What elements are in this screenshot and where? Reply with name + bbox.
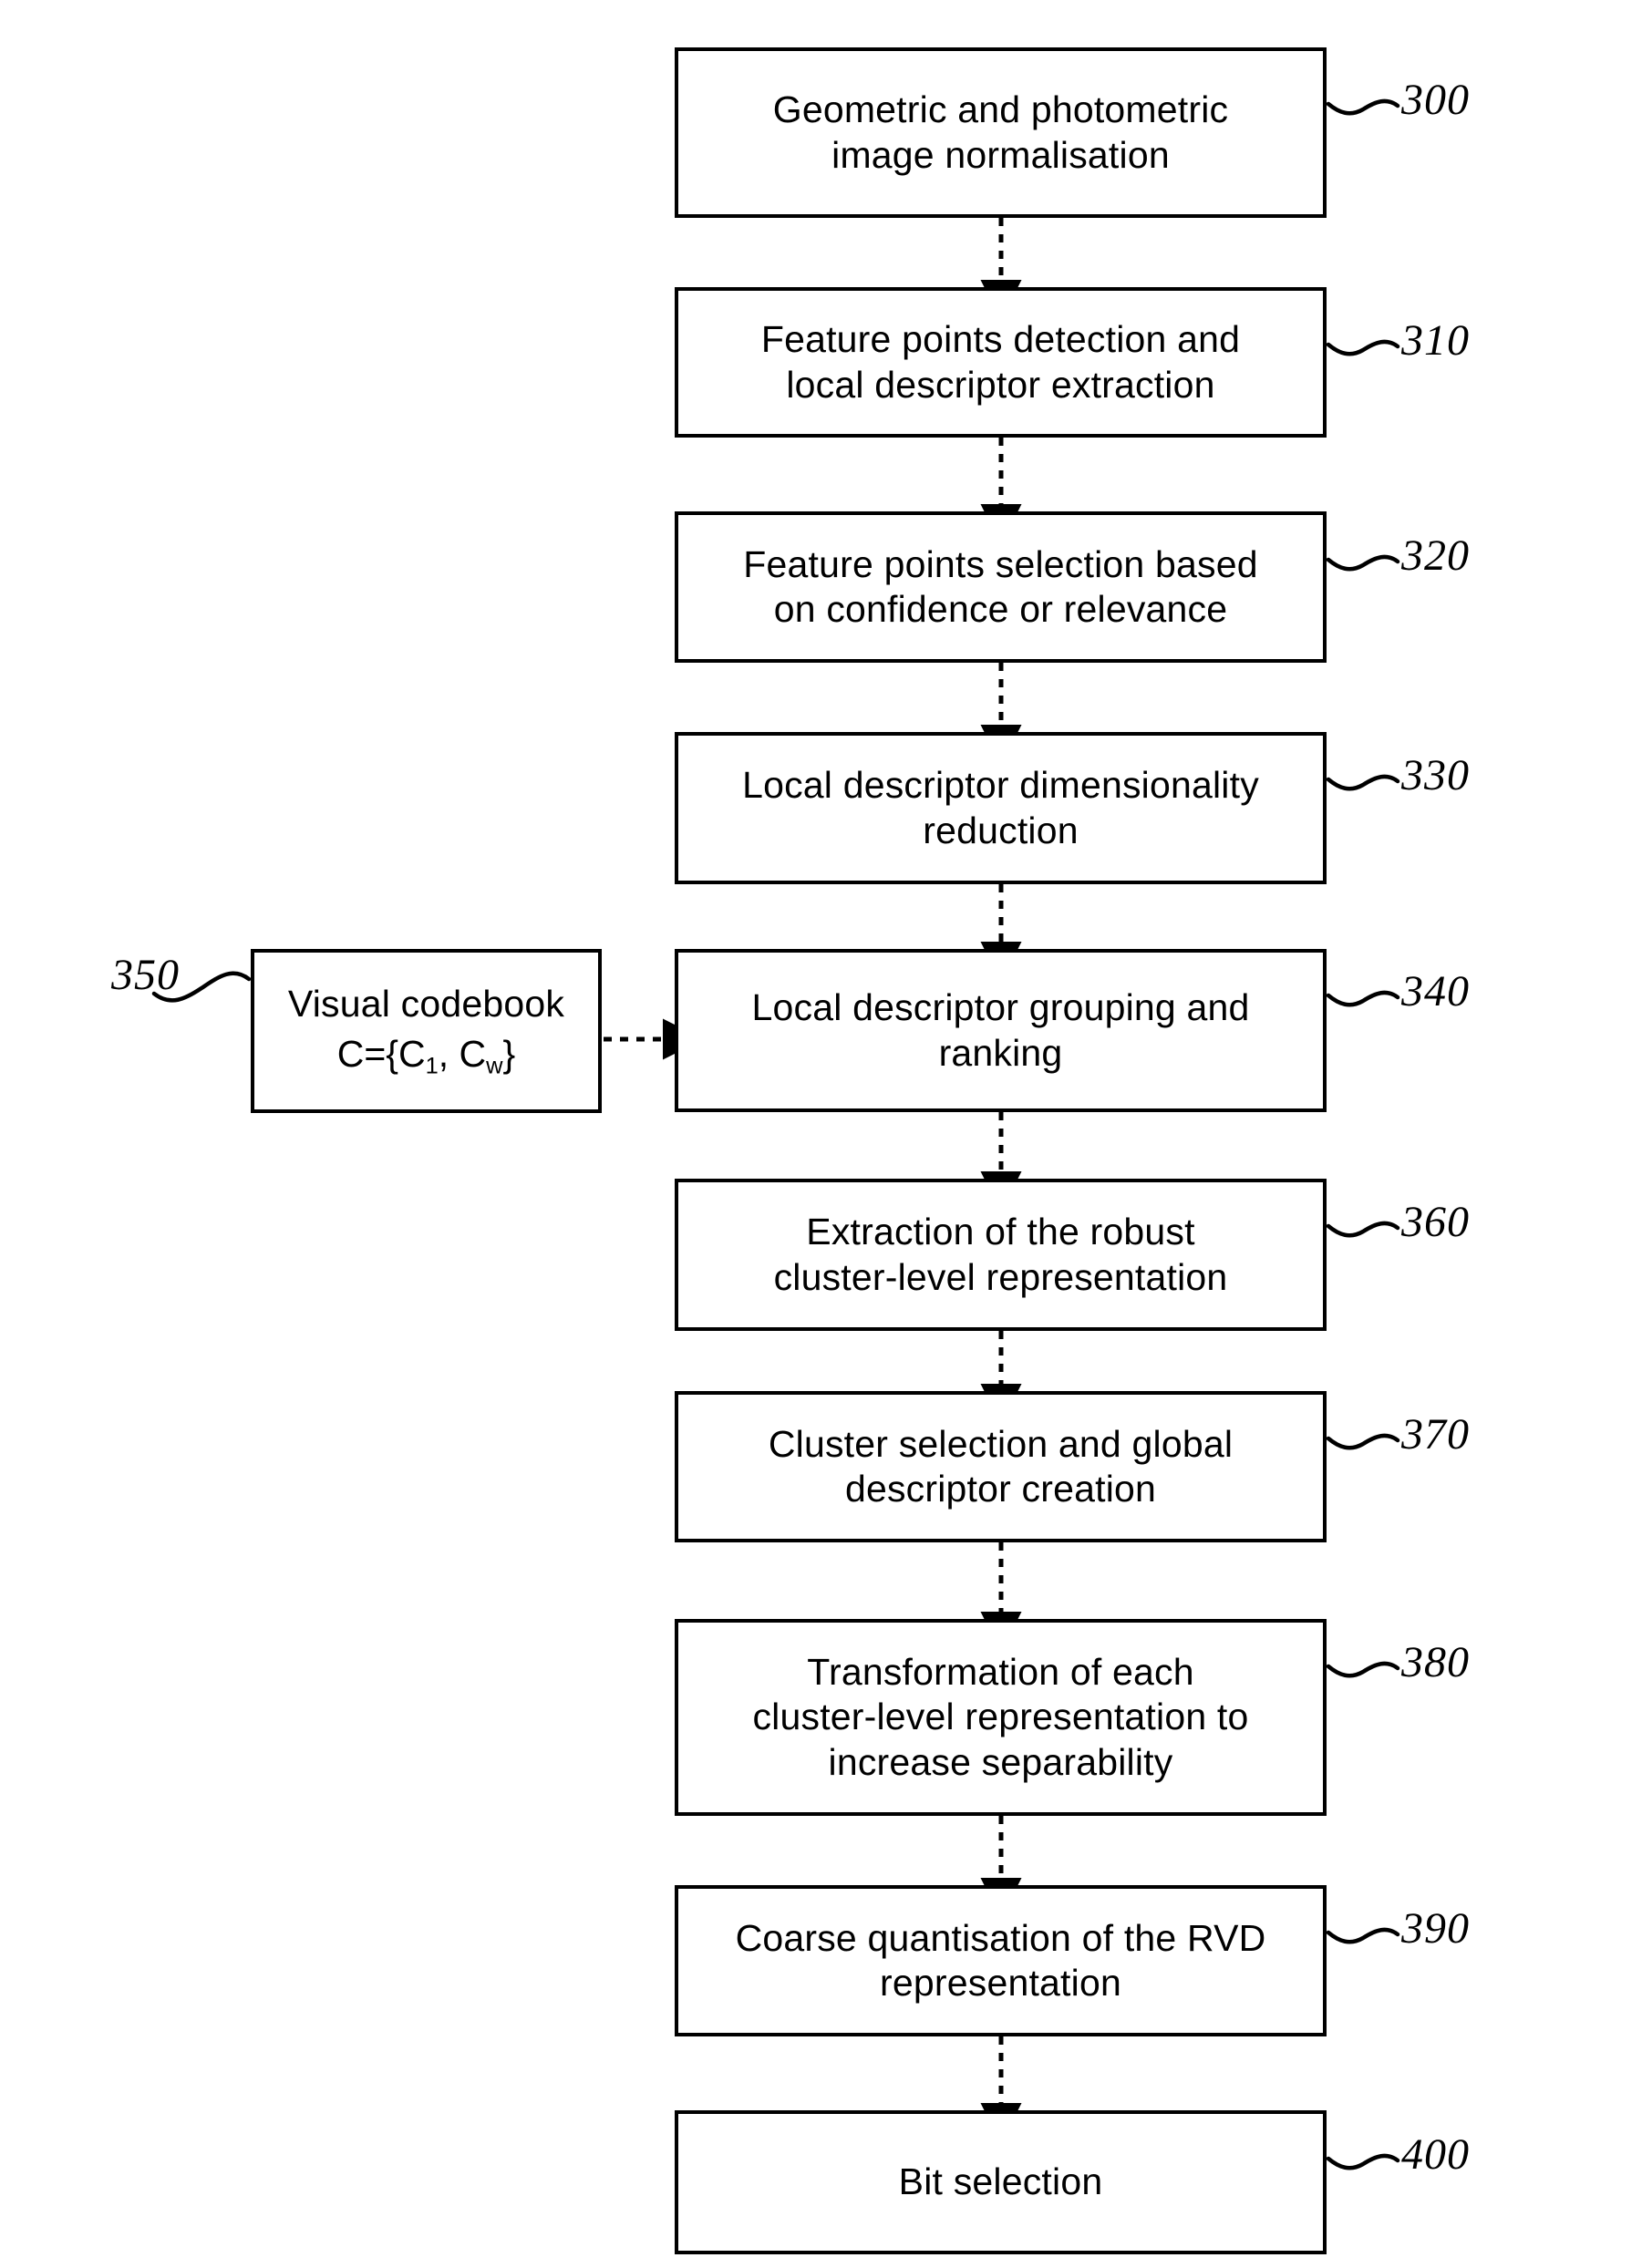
process-node-360[interactable]: Extraction of the robust cluster-level r… <box>675 1179 1327 1331</box>
process-node-400[interactable]: Bit selection <box>675 2110 1327 2254</box>
leader-300 <box>1326 98 1400 116</box>
figure-canvas: Geometric and photometric image normalis… <box>0 0 1642 2268</box>
process-node-310[interactable]: Feature points detection and local descr… <box>675 287 1327 438</box>
codebook-formula-sub1: 1 <box>425 1053 439 1079</box>
process-node-370-label: Cluster selection and global descriptor … <box>768 1422 1234 1510</box>
codebook-formula-prefix: C={C <box>336 1033 426 1076</box>
process-node-380-label: Transformation of each cluster-level rep… <box>752 1651 1249 1783</box>
leader-310 <box>1326 339 1400 356</box>
process-node-320-label: Feature points selection based on confid… <box>743 542 1258 630</box>
ref-numeral-400: 400 <box>1401 2130 1470 2179</box>
codebook-formula-sub2: w <box>486 1053 503 1079</box>
ref-numeral-380: 380 <box>1401 1638 1470 1686</box>
leader-340 <box>1326 990 1400 1007</box>
process-node-300[interactable]: Geometric and photometric image normalis… <box>675 47 1327 218</box>
process-node-330-label: Local descriptor dimensionality reductio… <box>742 764 1259 851</box>
ref-numeral-310: 310 <box>1401 316 1470 365</box>
leader-330 <box>1326 774 1400 791</box>
ref-numeral-370: 370 <box>1401 1410 1470 1459</box>
process-node-370[interactable]: Cluster selection and global descriptor … <box>675 1391 1327 1542</box>
codebook-node-350[interactable]: Visual codebook C={C1, Cw} <box>251 949 602 1113</box>
ref-numeral-390: 390 <box>1401 1904 1470 1953</box>
leader-360 <box>1326 1221 1400 1238</box>
process-node-380[interactable]: Transformation of each cluster-level rep… <box>675 1619 1327 1816</box>
process-node-330[interactable]: Local descriptor dimensionality reductio… <box>675 732 1327 884</box>
process-node-390[interactable]: Coarse quantisation of the RVD represent… <box>675 1885 1327 2036</box>
ref-numeral-340: 340 <box>1401 967 1470 1015</box>
process-node-390-label: Coarse quantisation of the RVD represent… <box>735 1916 1266 2004</box>
ref-numeral-330: 330 <box>1401 751 1470 799</box>
process-node-300-label: Geometric and photometric image normalis… <box>772 88 1229 176</box>
leader-370 <box>1326 1433 1400 1450</box>
codebook-content: Visual codebook C={C1, Cw} <box>288 982 564 1080</box>
process-node-360-label: Extraction of the robust cluster-level r… <box>773 1211 1228 1298</box>
ref-numeral-300: 300 <box>1401 76 1470 124</box>
ref-numeral-350: 350 <box>111 951 180 999</box>
leader-320 <box>1326 554 1400 572</box>
process-node-340[interactable]: Local descriptor grouping and ranking <box>675 949 1327 1112</box>
process-node-340-label: Local descriptor grouping and ranking <box>751 986 1250 1074</box>
codebook-formula-suffix: } <box>502 1033 516 1076</box>
ref-numeral-360: 360 <box>1401 1198 1470 1246</box>
codebook-formula: C={C1, Cw} <box>337 1032 515 1080</box>
leader-390 <box>1326 1927 1400 1944</box>
leader-400 <box>1326 2153 1400 2170</box>
process-node-310-label: Feature points detection and local descr… <box>760 318 1241 406</box>
ref-numeral-320: 320 <box>1401 531 1470 580</box>
process-node-400-label: Bit selection <box>898 2160 1103 2203</box>
codebook-title: Visual codebook <box>287 982 565 1025</box>
process-node-320[interactable]: Feature points selection based on confid… <box>675 511 1327 663</box>
leader-380 <box>1326 1661 1400 1678</box>
codebook-formula-middle: , C <box>438 1033 487 1076</box>
